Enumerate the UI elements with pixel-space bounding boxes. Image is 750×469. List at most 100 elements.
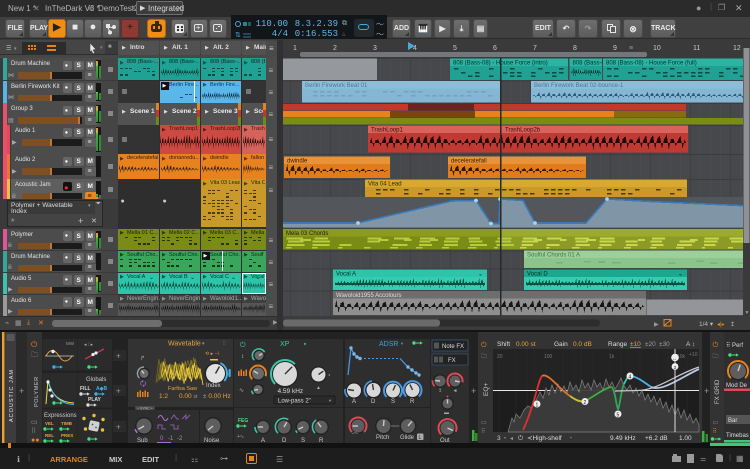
svg-text:A◆B: A◆B — [96, 386, 107, 392]
svg-text:+: + — [471, 386, 476, 396]
svg-text:0.00 st: 0.00 st — [516, 341, 536, 348]
svg-text:▼: ▼ — [328, 398, 332, 403]
svg-text:▭: ▭ — [481, 420, 487, 426]
svg-text:Wavoloid1955 Accolours: Wavoloid1955 Accolours — [336, 293, 401, 299]
svg-text:Gain: Gain — [554, 341, 568, 348]
svg-text:+: + — [116, 423, 121, 432]
svg-text:1k: 1k — [609, 354, 615, 360]
svg-text:▭: ▭ — [31, 419, 38, 426]
svg-text:▶: ▶ — [654, 322, 659, 328]
svg-text:0.0 dB: 0.0 dB — [573, 341, 592, 348]
svg-text:D: D — [371, 399, 376, 405]
svg-text:Bar: Bar — [728, 418, 737, 424]
svg-text:⌄: ⌄ — [478, 272, 483, 278]
svg-text:±20: ±20 — [645, 341, 656, 348]
svg-text:4.59 kHz: 4.59 kHz — [278, 388, 304, 395]
svg-text:⌒: ⌒ — [352, 433, 358, 440]
svg-text:Soulful Chords 01 A: Soulful Chords 01 A — [527, 253, 580, 259]
svg-text:11: 11 — [693, 45, 700, 52]
svg-text:+ SYNC +: + SYNC + — [137, 407, 153, 411]
svg-text:◂: ◂ — [328, 372, 330, 377]
svg-text:PRES: PRES — [61, 433, 73, 438]
svg-text:Low-pass 2": Low-pass 2" — [278, 399, 311, 405]
svg-text:808 (Bass-08) - House Force (f: 808 (Bass-08) - House Force (full) — [606, 61, 697, 67]
svg-text:≺High-shelf: ≺High-shelf — [527, 435, 562, 442]
svg-text:↥: ↥ — [438, 388, 442, 394]
svg-text:◄: ◄ — [453, 388, 458, 394]
svg-text:4: 4 — [629, 375, 632, 381]
svg-text:↥: ↥ — [730, 321, 735, 328]
svg-text:Glide: Glide — [400, 435, 415, 441]
svg-text:VEL: VEL — [45, 421, 54, 426]
svg-text:Mod De: Mod De — [726, 383, 748, 389]
svg-text:🗀: 🗀 — [713, 353, 719, 360]
svg-text:100: 100 — [544, 354, 553, 360]
svg-text:+: + — [19, 386, 24, 396]
svg-text:ADSR: ADSR — [379, 341, 398, 348]
svg-text:⏻: ⏻ — [481, 341, 487, 349]
svg-text:◂|▸: ◂|▸ — [717, 322, 725, 328]
svg-text:A: A — [352, 399, 356, 405]
svg-text:Vocal D: Vocal D — [527, 272, 548, 278]
svg-text:⠿: ⠿ — [31, 427, 36, 435]
svg-text:Note FX: Note FX — [442, 344, 464, 350]
svg-text:Timebas: Timebas — [726, 433, 749, 439]
svg-text:+: + — [116, 387, 121, 396]
svg-text:FX GRID: FX GRID — [715, 379, 721, 404]
svg-text:MW: MW — [66, 341, 75, 346]
svg-text:FILL: FILL — [80, 386, 91, 392]
svg-text:1: 1 — [536, 403, 539, 409]
svg-text:REL: REL — [45, 433, 54, 438]
svg-text:Berlin Firework Beat 02-bounce: Berlin Firework Beat 02-bounce-1 — [534, 83, 624, 89]
svg-text:▬: ▬ — [444, 410, 449, 416]
svg-text:12: 12 — [733, 45, 741, 52]
svg-text:↔: ↔ — [672, 356, 677, 362]
svg-text:🗘: 🗘 — [140, 379, 146, 388]
svg-text:±10: ±10 — [630, 341, 641, 348]
svg-text:TrashLoop2b: TrashLoop2b — [505, 128, 541, 134]
svg-text:Pitch: Pitch — [376, 435, 389, 441]
svg-text:🗀: 🗀 — [31, 351, 38, 359]
svg-text:TIMB: TIMB — [61, 421, 73, 426]
svg-text:deceleratefall: deceleratefall — [451, 159, 487, 165]
svg-text:⠿ Perf: ⠿ Perf — [726, 342, 743, 349]
svg-text:20: 20 — [497, 354, 503, 360]
svg-text:+: + — [116, 352, 121, 361]
svg-text:1.00: 1.00 — [679, 435, 692, 442]
svg-text:R: R — [410, 399, 415, 405]
svg-text:+∿: +∿ — [237, 434, 244, 440]
svg-text:⏻: ⏻ — [518, 435, 523, 442]
svg-text:808 (Bass-0: 808 (Bass-0 — [573, 61, 606, 67]
svg-text:XP: XP — [280, 341, 290, 348]
svg-text:9.49 kHz: 9.49 kHz — [610, 435, 636, 442]
svg-text:Berlin Firework Beat 01: Berlin Firework Beat 01 — [305, 83, 368, 89]
svg-text:⫶⫶: ⫶⫶ — [223, 341, 226, 347]
svg-text:POLYMER: POLYMER — [34, 376, 40, 407]
svg-text:3: 3 — [373, 45, 377, 52]
svg-text:Range: Range — [608, 341, 628, 348]
svg-text:◂: ◂ — [510, 436, 513, 442]
svg-text:± 0.00 Hz: ± 0.00 Hz — [203, 393, 231, 400]
svg-text:0.00 st: 0.00 st — [179, 393, 198, 400]
svg-text:Vita 04 Lead: Vita 04 Lead — [368, 182, 402, 188]
svg-text:▲: ▲ — [316, 385, 321, 391]
svg-text:↕: ↕ — [241, 354, 244, 360]
svg-text:TrashLoop1: TrashLoop1 — [371, 128, 403, 134]
svg-text:▭: ▭ — [713, 420, 719, 426]
svg-text:▪: ▪ — [570, 435, 572, 441]
svg-text:⠿: ⠿ — [713, 428, 717, 435]
svg-text:1: 1 — [293, 45, 297, 52]
svg-text:▼: ▼ — [303, 342, 307, 347]
svg-text:Mela 03 Chords: Mela 03 Chords — [286, 231, 328, 237]
svg-text:⏻: ⏻ — [713, 341, 719, 349]
svg-text:ACOUSTIC JAM: ACOUSTIC JAM — [9, 369, 15, 422]
svg-text:L: L — [419, 435, 422, 441]
svg-text:5: 5 — [617, 413, 620, 419]
svg-text:S: S — [391, 399, 395, 405]
svg-text:▼: ▼ — [745, 310, 750, 316]
svg-text:⏻: ⏻ — [240, 341, 246, 349]
svg-text:∿: ∿ — [239, 388, 244, 394]
svg-text:+: + — [704, 386, 709, 396]
svg-text:-2: -2 — [177, 436, 183, 442]
svg-text:Vocal A: Vocal A — [336, 272, 356, 278]
